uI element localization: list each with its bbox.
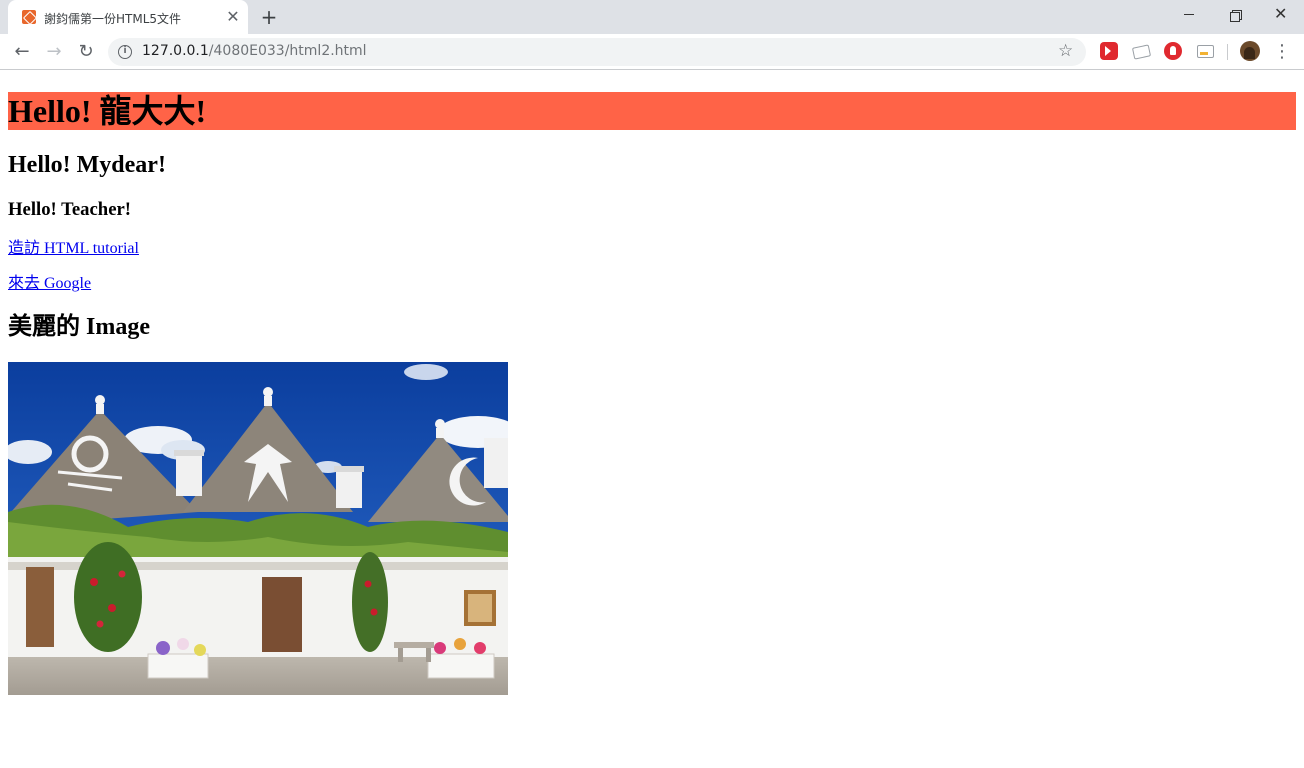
favicon-icon: [22, 10, 36, 24]
window-close-icon: ✕: [1274, 4, 1288, 23]
url-path: /4080E033/html2.html: [208, 43, 367, 59]
html-tutorial-link[interactable]: 造訪 HTML tutorial: [8, 240, 139, 258]
info-icon[interactable]: i: [118, 45, 132, 59]
restore-button[interactable]: [1212, 0, 1258, 30]
toolbar-divider: [1227, 44, 1228, 60]
extension-icon[interactable]: [1100, 42, 1118, 60]
heading-2: Hello! Mydear!: [8, 152, 166, 178]
reload-icon[interactable]: ↻: [74, 40, 98, 64]
extension-icon[interactable]: [1132, 42, 1150, 60]
tab-title: 謝鈞儒第一份HTML5文件: [44, 12, 182, 26]
browser-tab[interactable]: 謝鈞儒第一份HTML5文件 ✕: [8, 0, 248, 34]
heading-3: Hello! Teacher!: [8, 199, 132, 220]
browser-toolbar: ← → ↻ i 127.0.0.1/4080E033/html2.html ☆ …: [0, 34, 1304, 70]
tab-strip: 謝鈞儒第一份HTML5文件 ✕ + ✕: [0, 0, 1304, 34]
trulli-houses-image: [8, 362, 508, 695]
url-host: 127.0.0.1: [142, 43, 209, 59]
forward-icon[interactable]: →: [42, 40, 66, 64]
url-text[interactable]: 127.0.0.1/4080E033/html2.html: [142, 43, 367, 59]
image-heading: 美麗的 Image: [8, 314, 150, 340]
back-icon[interactable]: ←: [10, 40, 34, 64]
window-close-button[interactable]: ✕: [1258, 0, 1304, 30]
star-icon[interactable]: ☆: [1058, 41, 1073, 61]
plus-icon[interactable]: +: [258, 6, 280, 28]
heading-1: Hello! 龍大大!: [8, 92, 1296, 130]
close-icon[interactable]: ✕: [224, 8, 242, 26]
page-content: Hello! 龍大大! Hello! Mydear! Hello! Teache…: [0, 71, 1304, 768]
minimize-button[interactable]: [1166, 0, 1212, 30]
extension-icon[interactable]: [1196, 42, 1214, 60]
menu-icon[interactable]: ⋮: [1272, 40, 1292, 64]
extension-icon[interactable]: [1164, 42, 1182, 60]
avatar[interactable]: [1240, 41, 1260, 61]
address-bar[interactable]: i 127.0.0.1/4080E033/html2.html ☆: [108, 38, 1086, 66]
google-link[interactable]: 來去 Google: [8, 275, 91, 293]
